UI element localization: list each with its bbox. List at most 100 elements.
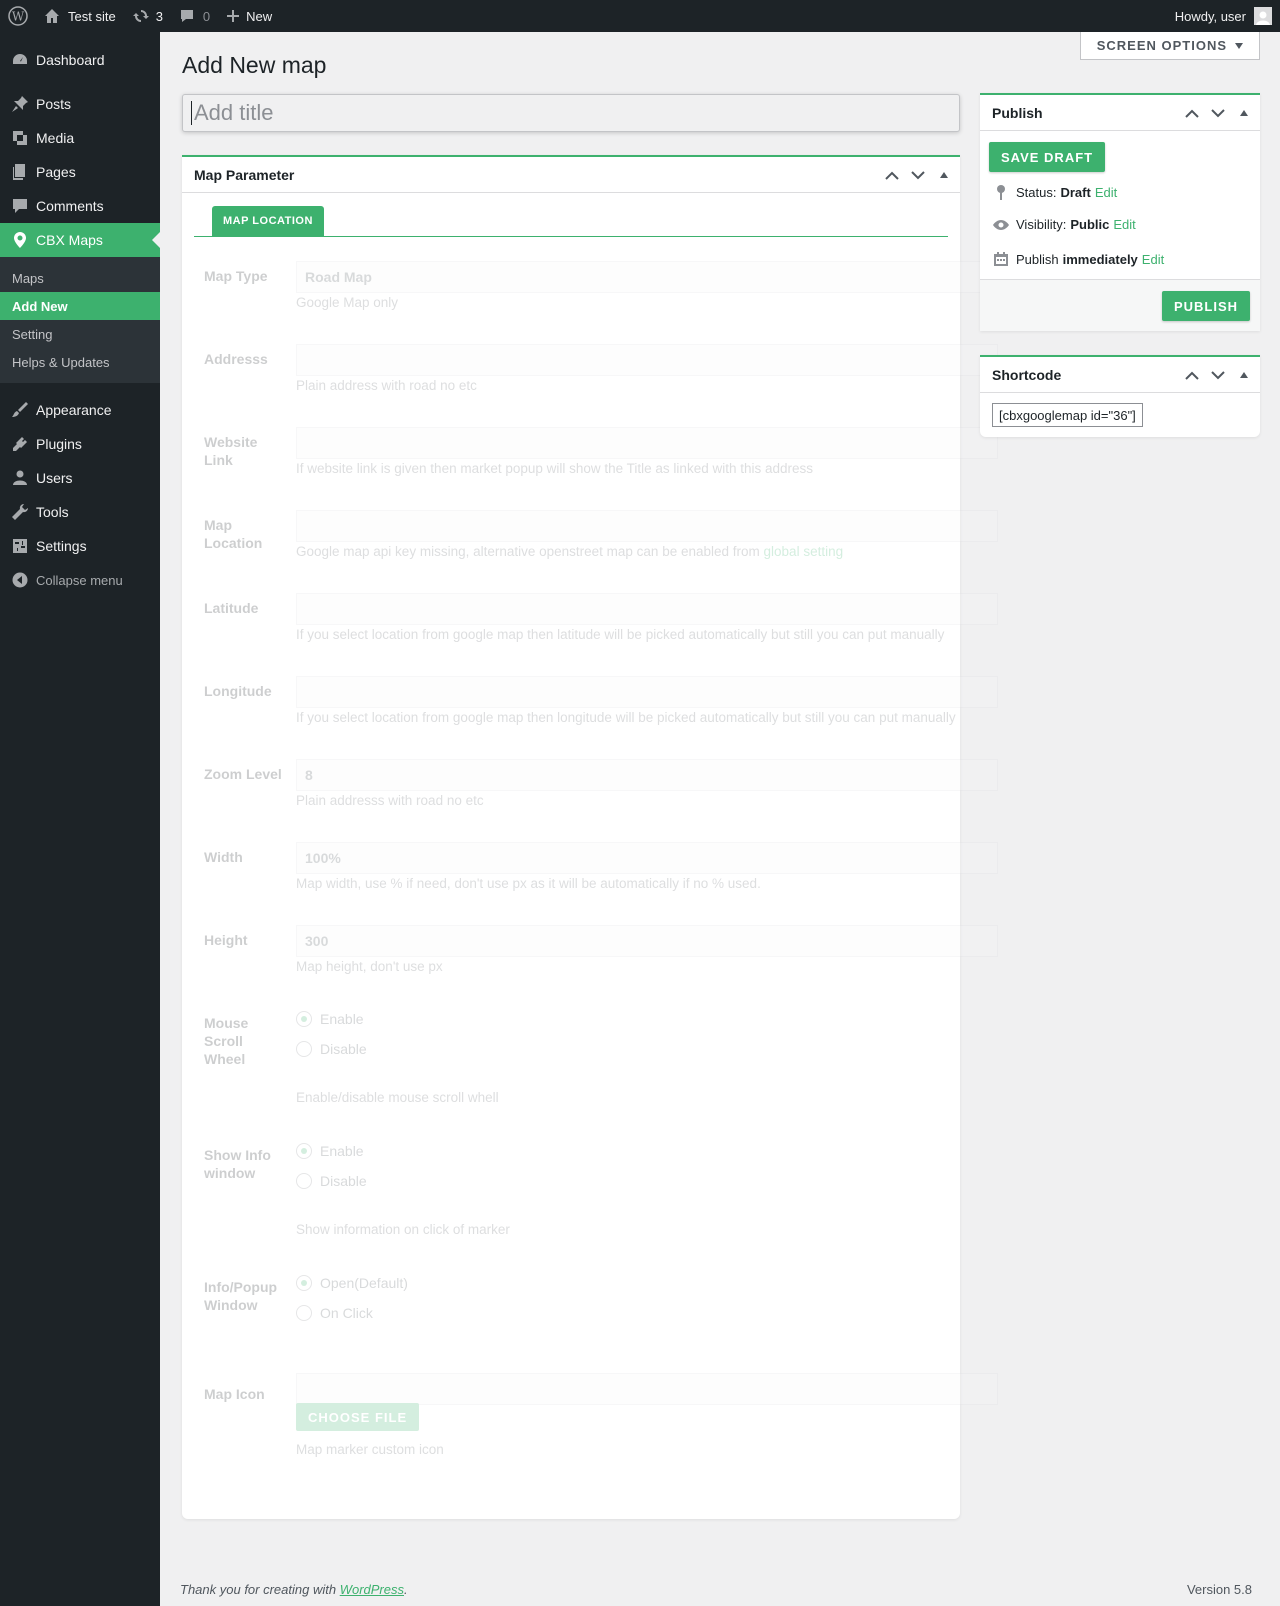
comments-link[interactable]: 0 bbox=[171, 0, 218, 32]
tab-map-location[interactable]: MAP LOCATION bbox=[212, 206, 324, 236]
plus-icon bbox=[226, 9, 240, 23]
sidebar-item-users[interactable]: Users bbox=[0, 461, 160, 495]
site-name-link[interactable]: Test site bbox=[36, 0, 124, 32]
publish-actions: PUBLISH bbox=[980, 279, 1260, 331]
zoom-level-label: Zoom Level bbox=[204, 766, 282, 782]
move-up-icon[interactable] bbox=[1182, 371, 1202, 380]
sidebar-item-cbx-maps[interactable]: CBX Maps bbox=[0, 223, 160, 257]
sidebar-item-label: Posts bbox=[36, 96, 72, 112]
mouse-scroll-disable-radio[interactable]: Disable bbox=[296, 1041, 367, 1057]
toggle-panel-icon[interactable] bbox=[1234, 110, 1254, 116]
status-row: Status: Draft Edit bbox=[992, 184, 1117, 200]
sidebar-item-pages[interactable]: Pages bbox=[0, 155, 160, 189]
sidebar-item-tools[interactable]: Tools bbox=[0, 495, 160, 529]
sidebar-item-dashboard[interactable]: Dashboard bbox=[0, 43, 160, 77]
height-desc: Map height, don't use px bbox=[296, 959, 443, 974]
map-parameter-box: Map Parameter MAP LOCATION Map Type Road… bbox=[182, 155, 998, 1519]
toggle-panel-icon[interactable] bbox=[1234, 372, 1254, 378]
longitude-label: Longitude bbox=[204, 683, 272, 699]
submenu-item-maps[interactable]: Maps bbox=[0, 264, 160, 292]
global-setting-link[interactable]: global setting bbox=[764, 544, 844, 559]
map-icon-label: Map Icon bbox=[204, 1386, 265, 1402]
height-input[interactable]: 300 bbox=[296, 925, 998, 957]
howdy-text: Howdy, user bbox=[1174, 8, 1246, 24]
longitude-input[interactable] bbox=[296, 676, 998, 708]
mouse-scroll-enable-radio[interactable]: Enable bbox=[296, 1011, 364, 1027]
my-account-link[interactable]: Howdy, user bbox=[1167, 0, 1280, 32]
sidebar-item-label: Settings bbox=[36, 538, 87, 554]
map-type-select[interactable]: Road Map bbox=[296, 261, 998, 293]
status-value: Draft bbox=[1060, 184, 1091, 200]
sidebar-item-media[interactable]: Media bbox=[0, 121, 160, 155]
footer-period: . bbox=[404, 1582, 408, 1597]
move-up-icon[interactable] bbox=[882, 171, 902, 180]
submenu-item-add-new[interactable]: Add New bbox=[0, 292, 160, 320]
brush-icon bbox=[10, 400, 30, 420]
mouse-scroll-label: Mouse Scroll Wheel bbox=[204, 1015, 249, 1067]
popup-click-radio[interactable]: On Click bbox=[296, 1305, 373, 1321]
mouse-scroll-desc: Enable/disable mouse scroll whell bbox=[296, 1090, 499, 1105]
radio-dot bbox=[296, 1305, 312, 1321]
updates-link[interactable]: 3 bbox=[124, 0, 171, 32]
move-down-icon[interactable] bbox=[1208, 370, 1228, 380]
wrench-icon bbox=[10, 502, 30, 522]
settings-icon bbox=[10, 536, 30, 556]
choose-file-button[interactable]: CHOOSE FILE bbox=[296, 1403, 420, 1431]
radio-label: Enable bbox=[320, 1011, 364, 1027]
collapse-menu-button[interactable]: Collapse menu bbox=[0, 563, 160, 597]
show-info-enable-radio[interactable]: Enable bbox=[296, 1143, 364, 1159]
new-content-link[interactable]: New bbox=[218, 0, 280, 32]
radio-dot bbox=[296, 1173, 312, 1189]
comment-icon bbox=[179, 8, 195, 24]
save-draft-button[interactable]: SAVE DRAFT bbox=[989, 142, 1106, 172]
submenu-item-helps-updates[interactable]: Helps & Updates bbox=[0, 348, 160, 376]
sidebar-item-plugins[interactable]: Plugins bbox=[0, 427, 160, 461]
updates-icon bbox=[132, 8, 150, 24]
latitude-input[interactable] bbox=[296, 593, 998, 625]
shortcode-header: Shortcode bbox=[980, 357, 1260, 393]
screen-options-button[interactable]: SCREEN OPTIONS bbox=[1079, 32, 1260, 60]
shortcode-box: Shortcode [cbxgooglemap id="36"] bbox=[980, 355, 1260, 437]
sidebar-item-label: Tools bbox=[36, 504, 69, 520]
wordpress-logo-icon[interactable]: W bbox=[0, 0, 36, 32]
publish-button[interactable]: PUBLISH bbox=[1161, 291, 1250, 321]
radio-dot bbox=[296, 1275, 312, 1291]
move-up-icon[interactable] bbox=[1182, 109, 1202, 118]
edit-status-link[interactable]: Edit bbox=[1095, 185, 1117, 200]
publish-label: Publish bbox=[1016, 251, 1059, 267]
move-down-icon[interactable] bbox=[908, 170, 928, 180]
address-input[interactable] bbox=[296, 344, 998, 376]
sidebar-item-settings[interactable]: Settings bbox=[0, 529, 160, 563]
popup-open-radio[interactable]: Open(Default) bbox=[296, 1275, 408, 1291]
comments-count: 0 bbox=[202, 8, 211, 24]
move-down-icon[interactable] bbox=[1208, 108, 1228, 118]
wordpress-link[interactable]: WordPress bbox=[340, 1582, 404, 1597]
media-icon bbox=[10, 128, 30, 148]
zoom-level-input[interactable]: 8 bbox=[296, 759, 998, 791]
pin-icon bbox=[10, 94, 30, 114]
sidebar-item-posts[interactable]: Posts bbox=[0, 87, 160, 121]
width-label: Width bbox=[204, 849, 243, 865]
shortcode-input[interactable]: [cbxgooglemap id="36"] bbox=[992, 403, 1143, 427]
status-label: Status: bbox=[1016, 184, 1057, 200]
title-input[interactable]: Add title bbox=[182, 94, 960, 132]
map-icon-input[interactable] bbox=[296, 1373, 998, 1405]
sidebar-item-appearance[interactable]: Appearance bbox=[0, 393, 160, 427]
map-location-desc: Google map api key missing, alternative … bbox=[296, 544, 843, 559]
address-label: Addresss bbox=[204, 351, 268, 367]
page-title: Add New map bbox=[182, 52, 327, 78]
cbx-maps-submenu: Maps Add New Setting Helps & Updates bbox=[0, 257, 160, 383]
info-popup-label: Info/Popup Window bbox=[204, 1279, 278, 1313]
submenu-item-setting[interactable]: Setting bbox=[0, 320, 160, 348]
map-location-input[interactable] bbox=[296, 510, 998, 542]
show-info-disable-radio[interactable]: Disable bbox=[296, 1173, 367, 1189]
sidebar-item-comments[interactable]: Comments bbox=[0, 189, 160, 223]
sidebar-item-label: CBX Maps bbox=[36, 232, 103, 248]
publish-date-row: Publish immediately Edit bbox=[992, 251, 1164, 267]
width-input[interactable]: 100% bbox=[296, 842, 998, 874]
toggle-panel-icon[interactable] bbox=[934, 172, 954, 178]
website-link-label: Website Link bbox=[204, 434, 258, 468]
website-link-input[interactable] bbox=[296, 427, 998, 459]
edit-publish-date-link[interactable]: Edit bbox=[1142, 252, 1164, 267]
edit-visibility-link[interactable]: Edit bbox=[1113, 217, 1135, 232]
